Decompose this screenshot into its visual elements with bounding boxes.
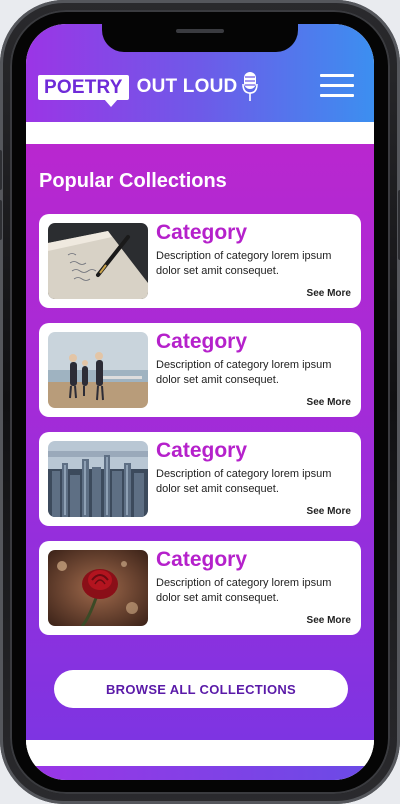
hamburger-menu-icon[interactable] — [320, 74, 356, 100]
card-description: Description of category lorem ipsum dolo… — [156, 359, 332, 386]
collection-card[interactable]: Category Description of category lorem i… — [39, 323, 361, 417]
volume-up-button — [0, 150, 2, 190]
red-rose-image — [48, 550, 148, 626]
footer-bar — [26, 766, 374, 780]
see-more-link[interactable]: See More — [307, 506, 351, 517]
city-skyline-image — [48, 441, 148, 517]
footer-divider — [26, 740, 374, 766]
card-description: Description of category lorem ipsum dolo… — [156, 250, 332, 277]
card-description: Description of category lorem ipsum dolo… — [156, 577, 332, 604]
volume-down-button — [0, 200, 2, 240]
logo-boxed-word: POETRY — [38, 74, 129, 107]
collection-card[interactable]: Category Description of category lorem i… — [39, 214, 361, 308]
card-description: Description of category lorem ipsum dolo… — [156, 468, 332, 495]
card-title: Category — [156, 221, 248, 244]
screen: POETRY OUT LOUD Popular Collections Cate… — [26, 24, 374, 780]
card-title: Category — [156, 548, 248, 571]
phone-frame: POETRY OUT LOUD Popular Collections Cate… — [0, 0, 400, 804]
section-title: Popular Collections — [39, 170, 227, 192]
speaker-grille — [176, 29, 224, 33]
see-more-link[interactable]: See More — [307, 288, 351, 299]
notch — [102, 24, 298, 52]
microphone-icon — [242, 72, 259, 101]
collection-card[interactable]: Category Description of category lorem i… — [39, 541, 361, 635]
family-at-waterfront-image — [48, 332, 148, 408]
collections-section: Popular Collections Category Description… — [26, 144, 374, 740]
poetry-out-loud-logo[interactable]: POETRY OUT LOUD — [38, 70, 259, 107]
pen-and-notebook-image — [48, 223, 148, 299]
header-divider — [26, 122, 374, 144]
see-more-link[interactable]: See More — [307, 615, 351, 626]
card-title: Category — [156, 330, 248, 353]
logo-text: OUT LOUD — [136, 76, 238, 97]
browse-all-collections-button[interactable]: BROWSE ALL COLLECTIONS — [54, 670, 348, 708]
card-title: Category — [156, 439, 248, 462]
see-more-link[interactable]: See More — [307, 397, 351, 408]
collection-card[interactable]: Category Description of category lorem i… — [39, 432, 361, 526]
